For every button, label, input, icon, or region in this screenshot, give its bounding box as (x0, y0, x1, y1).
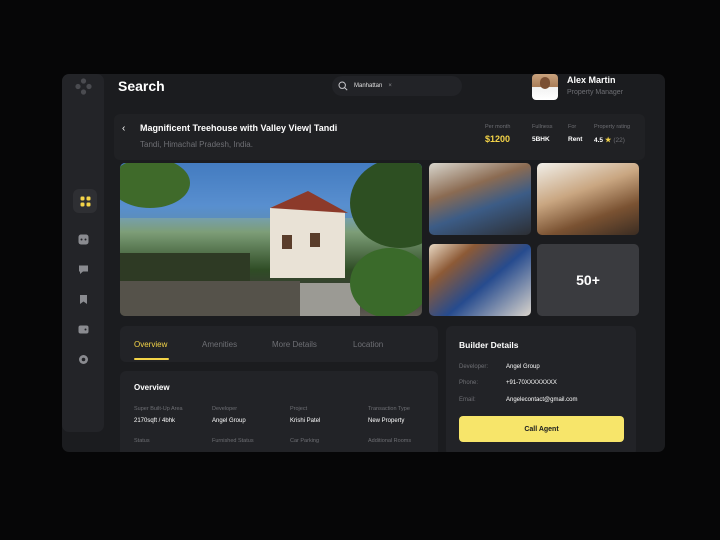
overview-field: Developer Angel Group (212, 406, 246, 424)
field-value: Krishi Patel (290, 418, 321, 424)
tab-amenities[interactable]: Amenities (202, 340, 237, 349)
developer-value: Angel Group (506, 364, 540, 370)
field-label: Transaction Type (368, 406, 410, 412)
field-label: Project (290, 406, 308, 412)
active-tab-indicator (134, 358, 169, 360)
field-label: Car Parking (290, 438, 320, 444)
gallery-thumb-bedroom[interactable] (429, 244, 531, 316)
star-icon: ★ (605, 137, 612, 144)
builder-title: Builder Details (459, 340, 519, 350)
stat-for-value: Rent (568, 136, 583, 143)
stat-fullness-label: Fullness (532, 124, 553, 130)
field-label: Furnished Status (212, 438, 254, 444)
email-label: Email: (459, 397, 476, 403)
search-bar[interactable]: Manhattan × (332, 76, 462, 96)
builder-phone-row: Phone: +91-70XXXXXXXX (459, 380, 557, 386)
tab-more-details[interactable]: More Details (272, 340, 317, 349)
phone-value: +91-70XXXXXXXX (506, 380, 557, 386)
overview-field: Status (134, 438, 150, 444)
overview-panel: Overview Super Built-Up Area 2170sqft / … (120, 371, 438, 452)
overview-field: Additional Rooms (368, 438, 411, 444)
settings-icon[interactable] (75, 351, 92, 368)
stat-rating-count: (22) (613, 136, 625, 144)
call-agent-button[interactable]: Call Agent (459, 416, 624, 442)
app-window: Search Manhattan × Alex Martin Property … (62, 74, 665, 452)
stat-per-month: Per month $1200 (485, 124, 510, 144)
logo-icon (75, 78, 92, 95)
tab-location[interactable]: Location (353, 340, 383, 349)
property-header: ‹ Magnificent Treehouse with Valley View… (114, 114, 645, 160)
property-name: Magnificent Treehouse with Valley View| … (140, 123, 338, 133)
gallery-more-label: 50+ (576, 272, 600, 288)
builder-developer-row: Developer: Angel Group (459, 364, 540, 370)
avatar[interactable] (532, 74, 558, 100)
back-icon[interactable]: ‹ (122, 123, 125, 134)
stat-fullness-value: 5BHK (532, 136, 550, 143)
overview-field: Car Parking (290, 438, 319, 444)
overview-field: Project Krishi Patel (290, 406, 320, 424)
stat-fullness: Fullness 5BHK (532, 124, 552, 143)
stat-rating: Property rating 4.5 ★ (22) (594, 124, 630, 144)
gallery-more-button[interactable]: 50+ (537, 244, 639, 316)
developer-label: Developer: (459, 364, 489, 370)
builder-email-row: Email: Angelecontact@gmail.com (459, 397, 577, 403)
field-label: Developer (212, 406, 238, 412)
gamepad-icon[interactable] (75, 231, 92, 248)
gallery-thumb-living-room[interactable] (429, 163, 531, 235)
email-value[interactable]: Angelecontact@gmail.com (506, 397, 577, 403)
field-label: Status (134, 438, 150, 444)
overview-title: Overview (134, 383, 170, 392)
bookmark-icon[interactable] (75, 291, 92, 308)
dashboard-nav-button[interactable] (73, 189, 97, 213)
grid-icon (80, 196, 90, 206)
stat-rating-label: Property rating (594, 124, 631, 130)
tab-overview[interactable]: Overview (134, 340, 167, 349)
stat-per-month-value: $1200 (485, 134, 511, 144)
user-name: Alex Martin (567, 75, 616, 85)
stat-rating-value: 4.5 (594, 136, 604, 144)
chat-icon[interactable] (75, 261, 92, 278)
stat-for: For Rent (568, 124, 582, 143)
clear-search-icon[interactable]: × (388, 83, 392, 89)
main-property-photo[interactable] (120, 163, 422, 316)
stat-per-month-label: Per month (485, 124, 511, 130)
builder-details-panel: Builder Details Developer: Angel Group P… (446, 326, 636, 452)
field-value: Angel Group (212, 418, 246, 424)
field-label: Super Built-Up Area (134, 406, 183, 412)
wallet-icon[interactable] (75, 321, 92, 338)
stat-rating-value-row: 4.5 ★ (22) (594, 136, 630, 145)
search-value[interactable]: Manhattan (354, 83, 382, 89)
overview-field: Transaction Type New Property (368, 406, 410, 424)
property-location: Tandi, Himachal Pradesh, India. (140, 140, 253, 149)
field-value: New Property (368, 418, 405, 424)
search-icon (338, 81, 348, 91)
sidebar (62, 74, 104, 432)
overview-field: Furnished Status (212, 438, 254, 444)
field-label: Additional Rooms (368, 438, 412, 444)
user-role: Property Manager (567, 89, 624, 96)
overview-field: Super Built-Up Area 2170sqft / 4bhk (134, 406, 183, 424)
page-title: Search (118, 78, 165, 94)
gallery-thumb-interior[interactable] (537, 163, 639, 235)
phone-label: Phone: (459, 380, 479, 386)
stat-for-label: For (568, 124, 577, 130)
detail-tabs: Overview Amenities More Details Location (120, 326, 438, 362)
field-value: 2170sqft / 4bhk (134, 418, 176, 424)
